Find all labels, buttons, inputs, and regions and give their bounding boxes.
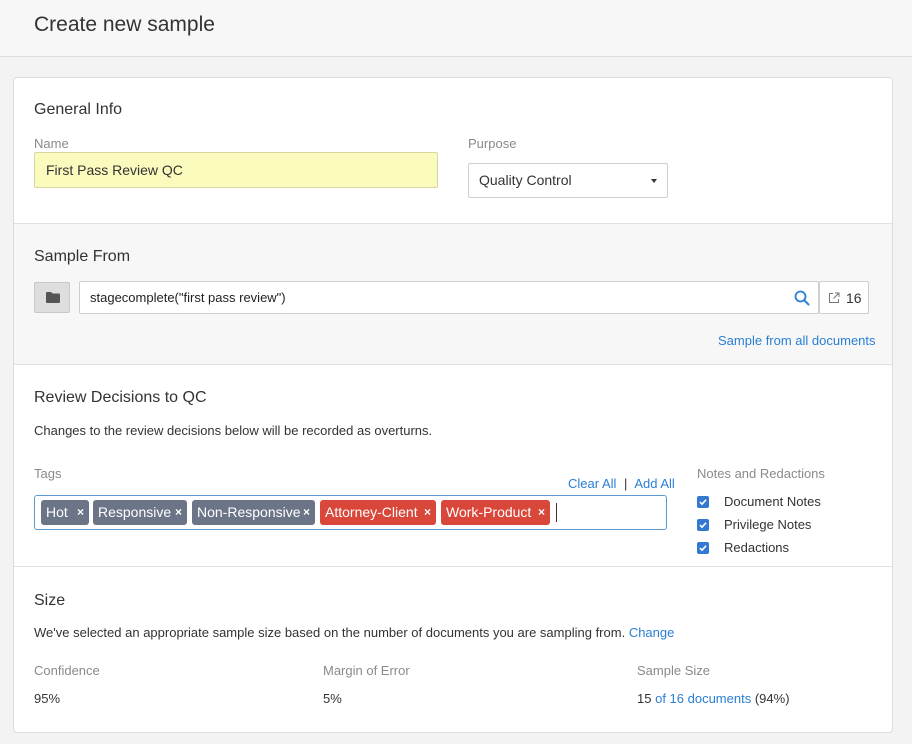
sample-documents-link[interactable]: of 16 documents	[655, 691, 751, 706]
purpose-label: Purpose	[468, 136, 517, 151]
remove-tag-icon[interactable]: ×	[175, 500, 182, 525]
name-field[interactable]: First Pass Review QC	[34, 152, 438, 188]
open-results-button[interactable]: 16	[819, 281, 869, 314]
result-count: 16	[846, 290, 862, 306]
tag-label: Work-Product	[446, 504, 532, 520]
review-description: Changes to the review decisions below wi…	[34, 423, 433, 438]
size-description-line: We've selected an appropriate sample siz…	[34, 625, 674, 640]
page-header: Create new sample	[0, 0, 912, 57]
review-decisions-title: Review Decisions to QC	[34, 389, 207, 406]
tag-chip: Responsive ×	[93, 500, 187, 525]
search-query-text: stagecomplete("first pass review")	[90, 290, 286, 305]
remove-tag-icon[interactable]: ×	[538, 500, 545, 525]
tag-chip: Attorney-Client ×	[320, 500, 436, 525]
sample-size-label: Sample Size	[637, 663, 710, 678]
confidence-value: 95%	[34, 691, 61, 706]
tag-actions: Clear All | Add All	[568, 476, 675, 491]
caret-down-icon	[651, 179, 657, 183]
sample-size-percent: (94%)	[754, 691, 790, 706]
remove-tag-icon[interactable]: ×	[77, 500, 84, 525]
tag-label: Responsive	[98, 504, 172, 520]
tag-chip: Non-Responsive ×	[192, 500, 315, 525]
sample-size-count: 15	[637, 691, 652, 706]
page-title: Create new sample	[34, 13, 215, 36]
folder-button[interactable]	[34, 282, 70, 313]
sample-form-card: General Info Name First Pass Review QC P…	[13, 77, 893, 733]
tags-input[interactable]: Hot × Responsive × Non-Responsive × Atto…	[34, 495, 667, 530]
tag-label: Attorney-Client	[325, 504, 418, 520]
confidence-label: Confidence	[34, 663, 100, 678]
size-description: We've selected an appropriate sample siz…	[34, 625, 626, 640]
tag-label: Hot	[46, 504, 68, 520]
general-info-title: General Info	[34, 101, 123, 118]
tag-actions-separator: |	[624, 476, 628, 491]
folder-icon	[46, 292, 60, 303]
checkmark-icon	[699, 545, 707, 552]
search-icon[interactable]	[794, 290, 810, 306]
clear-all-link[interactable]: Clear All	[568, 476, 616, 491]
add-all-link[interactable]: Add All	[634, 476, 674, 491]
checkmark-icon	[699, 499, 707, 506]
remove-tag-icon[interactable]: ×	[303, 500, 310, 525]
search-query-input[interactable]: stagecomplete("first pass review")	[79, 281, 819, 314]
redactions-checkbox[interactable]	[697, 542, 709, 554]
tag-chip: Work-Product ×	[441, 500, 550, 525]
notes-redactions-label: Notes and Redactions	[697, 466, 825, 481]
checkmark-icon	[699, 522, 707, 529]
tag-chip: Hot ×	[41, 500, 89, 525]
purpose-selected-value: Quality Control	[479, 172, 572, 188]
sample-size-value: 15 of 16 documents (94%)	[637, 691, 790, 706]
external-link-icon	[829, 292, 840, 303]
name-label: Name	[34, 136, 69, 151]
privilege-notes-label: Privilege Notes	[724, 517, 812, 532]
redactions-label: Redactions	[724, 540, 790, 555]
privilege-notes-checkbox[interactable]	[697, 519, 709, 531]
margin-of-error-label: Margin of Error	[323, 663, 410, 678]
text-cursor	[556, 503, 557, 522]
size-title: Size	[34, 592, 66, 609]
tags-label: Tags	[34, 466, 62, 481]
change-size-link[interactable]: Change	[629, 625, 675, 640]
sample-from-title: Sample From	[34, 248, 131, 265]
sample-from-section: Sample From stagecomplete("first pass re…	[14, 224, 892, 365]
document-notes-checkbox[interactable]	[697, 496, 709, 508]
document-notes-label: Document Notes	[724, 494, 821, 509]
purpose-select[interactable]: Quality Control	[468, 163, 668, 198]
sample-all-documents-link[interactable]: Sample from all documents	[718, 333, 876, 348]
margin-of-error-value: 5%	[323, 691, 342, 706]
general-info-section: General Info Name First Pass Review QC P…	[14, 78, 892, 224]
tag-label: Non-Responsive	[197, 504, 301, 520]
remove-tag-icon[interactable]: ×	[424, 500, 431, 525]
